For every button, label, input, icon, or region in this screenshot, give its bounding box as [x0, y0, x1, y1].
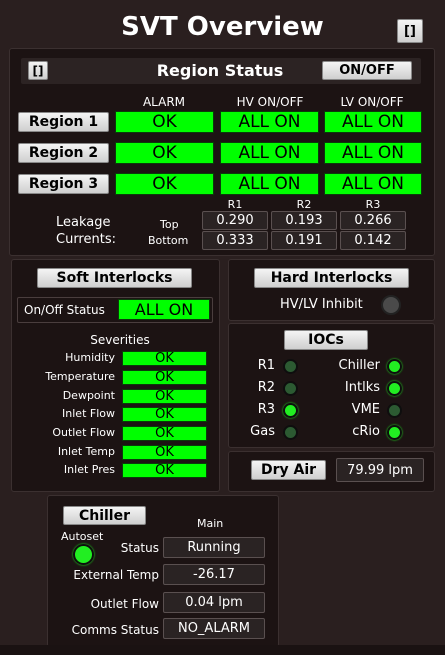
region-2-lv-indicator: ALL ON: [324, 142, 422, 164]
ioc-label-r3: R3: [257, 402, 275, 417]
ioc-gas-led: [283, 425, 298, 440]
region-1-lv-indicator: ALL ON: [324, 111, 422, 133]
chiller-button[interactable]: Chiller: [63, 506, 146, 525]
severity-outlet-flow-indicator: OK: [122, 426, 207, 441]
onoff-status-label: On/Off Status: [24, 303, 105, 317]
leakage-r2-bottom: 0.191: [271, 231, 337, 250]
chiller-main-label: Main: [197, 517, 224, 530]
region-3-button[interactable]: Region 3: [18, 174, 109, 194]
region-onoff-button[interactable]: ON/OFF: [322, 61, 412, 80]
leakage-label-line1: Leakage: [56, 215, 111, 230]
leakage-r3-top: 0.266: [340, 211, 406, 230]
leakage-top-label: Top: [160, 218, 179, 231]
severity-label-inlet-flow: Inlet Flow: [62, 407, 115, 420]
severity-temperature-indicator: OK: [122, 370, 207, 385]
ioc-chiller-led: [387, 359, 402, 374]
severity-inlet-flow-indicator: OK: [122, 407, 207, 422]
severity-label-temperature: Temperature: [45, 370, 115, 383]
region-3-alarm-indicator: OK: [115, 173, 214, 195]
dry-air-button[interactable]: Dry Air: [251, 460, 326, 480]
leakage-r1-top: 0.290: [202, 211, 268, 230]
chiller-status-value: Running: [163, 537, 265, 558]
ioc-r3-led: [283, 403, 298, 418]
ioc-label-r1: R1: [257, 358, 275, 373]
ioc-label-intlks: Intlks: [344, 380, 380, 395]
leakage-col-r1: R1: [227, 198, 243, 211]
hv-lv-inhibit-label: HV/LV Inhibit: [280, 297, 363, 312]
ioc-r1-led: [283, 359, 298, 374]
column-header-hv: HV ON/OFF: [236, 95, 304, 109]
chiller-autoset-label: Autoset: [61, 530, 104, 543]
ioc-label-vme: VME: [351, 402, 380, 417]
severity-dewpoint-indicator: OK: [122, 389, 207, 404]
column-header-alarm: ALARM: [142, 95, 186, 109]
leakage-col-r3: R3: [365, 198, 381, 211]
leakage-r3-bottom: 0.142: [340, 231, 406, 250]
chiller-outlet-flow-value: 0.04 lpm: [163, 592, 265, 613]
hard-interlocks-button[interactable]: Hard Interlocks: [254, 268, 409, 288]
severity-label-humidity: Humidity: [65, 351, 115, 364]
severity-label-inlet-temp: Inlet Temp: [57, 445, 115, 458]
region-3-lv-indicator: ALL ON: [324, 173, 422, 195]
region-1-button[interactable]: Region 1: [18, 112, 109, 132]
ioc-label-r2: R2: [257, 380, 275, 395]
column-header-lv: LV ON/OFF: [340, 95, 404, 109]
severity-inlet-pres-indicator: OK: [122, 463, 207, 478]
region-status-title: Region Status: [156, 61, 284, 80]
hv-lv-inhibit-led: [381, 295, 401, 315]
region-2-button[interactable]: Region 2: [18, 143, 109, 163]
chiller-ext-temp-value: -26.17: [163, 564, 265, 585]
ioc-label-chiller: Chiller: [338, 358, 381, 373]
chiller-autoset-led: [73, 544, 94, 565]
severity-label-outlet-flow: Outlet Flow: [52, 426, 115, 439]
ioc-intlks-led: [387, 381, 402, 396]
severities-title: Severities: [90, 333, 150, 347]
region-3-hv-indicator: ALL ON: [220, 173, 319, 195]
ioc-crio-led: [387, 425, 402, 440]
region-2-alarm-indicator: OK: [115, 142, 214, 164]
ioc-label-crio: cRio: [352, 424, 380, 439]
ioc-vme-led: [387, 403, 402, 418]
leakage-r2-top: 0.193: [271, 211, 337, 230]
region-1-hv-indicator: ALL ON: [220, 111, 319, 133]
chiller-comms-label: Comms Status: [71, 623, 159, 637]
leakage-label-line2: Currents:: [56, 232, 116, 247]
chiller-comms-value: NO_ALARM: [163, 618, 265, 639]
severity-humidity-indicator: OK: [122, 351, 207, 366]
severity-label-inlet-pres: Inlet Pres: [63, 463, 115, 476]
region-2-hv-indicator: ALL ON: [220, 142, 319, 164]
dry-air-value: 79.99 lpm: [336, 458, 424, 482]
onoff-status-indicator: ALL ON: [118, 299, 210, 320]
chiller-status-label: Status: [120, 541, 159, 555]
header-corner-button[interactable]: []: [397, 19, 423, 43]
chiller-outlet-flow-label: Outlet Flow: [90, 597, 159, 611]
iocs-button[interactable]: IOCs: [284, 330, 368, 350]
ioc-r2-led: [283, 381, 298, 396]
soft-interlocks-button[interactable]: Soft Interlocks: [37, 268, 192, 288]
severity-label-dewpoint: Dewpoint: [62, 389, 115, 402]
leakage-col-r2: R2: [296, 198, 312, 211]
ioc-label-gas: Gas: [250, 424, 275, 439]
severity-inlet-temp-indicator: OK: [122, 445, 207, 460]
region-1-alarm-indicator: OK: [115, 111, 214, 133]
leakage-r1-bottom: 0.333: [202, 231, 268, 250]
page-title: SVT Overview: [121, 12, 324, 42]
bottom-edge-strip: [0, 645, 445, 655]
region-expand-button[interactable]: []: [28, 61, 48, 80]
leakage-bottom-label: Bottom: [148, 234, 189, 247]
chiller-ext-temp-label: External Temp: [73, 568, 159, 582]
